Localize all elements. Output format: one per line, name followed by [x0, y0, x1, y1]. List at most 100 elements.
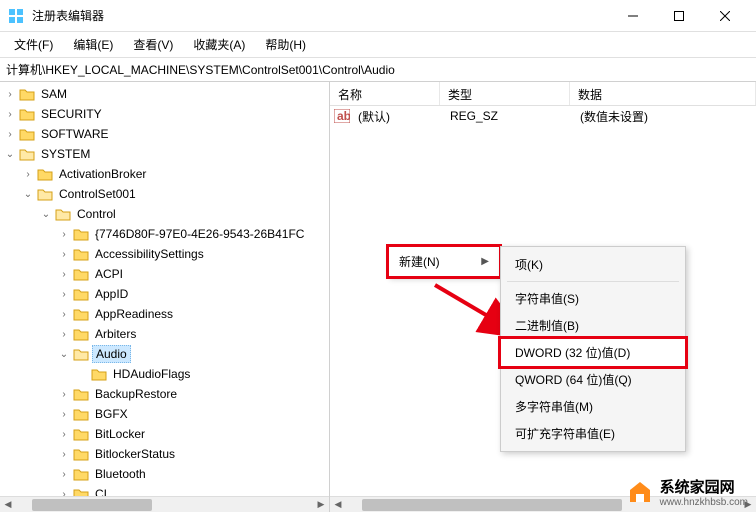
- tree-label: BGFX: [92, 406, 131, 422]
- chevron-icon[interactable]: ›: [58, 329, 70, 340]
- ctx-expandstring[interactable]: 可扩充字符串值(E): [501, 420, 685, 447]
- ctx-string[interactable]: 字符串值(S): [501, 285, 685, 312]
- chevron-icon[interactable]: ›: [58, 269, 70, 280]
- tree-item[interactable]: › {7746D80F-97E0-4E26-9543-26B41FC: [0, 224, 329, 244]
- addressbar: [0, 58, 756, 82]
- watermark-text: 系统家园网: [660, 479, 735, 496]
- tree-hscroll[interactable]: ◀ ▶: [0, 496, 329, 512]
- menu-edit[interactable]: 编辑(E): [63, 32, 123, 57]
- watermark: 系统家园网 www.hnzkhbsb.com: [626, 476, 748, 508]
- chevron-icon[interactable]: ›: [22, 169, 34, 180]
- ctx-key[interactable]: 项(K): [501, 251, 685, 278]
- tree-label: AppID: [92, 286, 131, 302]
- context-submenu: 项(K) 字符串值(S) 二进制值(B) DWORD (32 位)值(D) QW…: [500, 246, 686, 452]
- close-button[interactable]: [702, 0, 748, 32]
- value-name: (默认): [350, 107, 442, 126]
- chevron-icon[interactable]: ›: [58, 429, 70, 440]
- tree-item[interactable]: ›Bluetooth: [0, 464, 329, 484]
- tree-item[interactable]: ⌄ Control: [0, 204, 329, 224]
- tree-label: BitLocker: [92, 426, 148, 442]
- tree-item[interactable]: › Arbiters: [0, 324, 329, 344]
- address-input[interactable]: [6, 63, 750, 77]
- scroll-thumb[interactable]: [32, 499, 152, 511]
- scroll-left-icon[interactable]: ◀: [0, 497, 16, 513]
- list-header: 名称 类型 数据: [330, 82, 756, 106]
- tree-item[interactable]: HDAudioFlags: [0, 364, 329, 384]
- watermark-url: www.hnzkhbsb.com: [660, 497, 748, 508]
- chevron-icon[interactable]: ›: [58, 309, 70, 320]
- tree-item[interactable]: › SOFTWARE: [0, 124, 329, 144]
- titlebar: 注册表编辑器: [0, 0, 756, 32]
- menu-file[interactable]: 文件(F): [4, 32, 63, 57]
- tree-label: SECURITY: [38, 106, 105, 122]
- tree-label: SOFTWARE: [38, 126, 112, 142]
- col-name[interactable]: 名称: [330, 82, 440, 105]
- tree-item[interactable]: › SAM: [0, 84, 329, 104]
- value-type: REG_SZ: [442, 108, 572, 124]
- chevron-icon[interactable]: ›: [58, 449, 70, 460]
- chevron-icon[interactable]: ⌄: [4, 149, 16, 160]
- menu-view[interactable]: 查看(V): [123, 32, 183, 57]
- tree-item[interactable]: ⌄Audio: [0, 344, 329, 364]
- scroll-right-icon[interactable]: ▶: [313, 497, 329, 513]
- menu-favorites[interactable]: 收藏夹(A): [183, 32, 255, 57]
- chevron-icon[interactable]: ›: [58, 469, 70, 480]
- tree-panel: › SAM › SECURITY › SOFTWARE ⌄ SYSTEM › Activation…: [0, 82, 330, 512]
- tree-item[interactable]: › AppID: [0, 284, 329, 304]
- maximize-button[interactable]: [656, 0, 702, 32]
- chevron-icon[interactable]: ⌄: [22, 189, 34, 200]
- col-type[interactable]: 类型: [440, 82, 570, 105]
- chevron-right-icon: ▶: [481, 256, 489, 267]
- minimize-button[interactable]: [610, 0, 656, 32]
- tree-label: {7746D80F-97E0-4E26-9543-26B41FC: [92, 226, 307, 242]
- tree-label: ControlSet001: [56, 186, 139, 202]
- ctx-binary[interactable]: 二进制值(B): [501, 312, 685, 339]
- window-title: 注册表编辑器: [32, 7, 610, 24]
- tree-item[interactable]: › SECURITY: [0, 104, 329, 124]
- menubar: 文件(F) 编辑(E) 查看(V) 收藏夹(A) 帮助(H): [0, 32, 756, 58]
- tree-label: Control: [74, 206, 119, 222]
- tree-item[interactable]: › ActivationBroker: [0, 164, 329, 184]
- chevron-icon[interactable]: [76, 369, 88, 380]
- tree-label: ActivationBroker: [56, 166, 149, 182]
- tree-item[interactable]: › BitlockerStatus: [0, 444, 329, 464]
- chevron-icon[interactable]: ⌄: [58, 349, 70, 360]
- chevron-icon[interactable]: ›: [58, 249, 70, 260]
- tree-label: HDAudioFlags: [110, 366, 193, 382]
- chevron-icon[interactable]: ›: [58, 229, 70, 240]
- value-data: (数值未设置): [572, 107, 756, 126]
- list-row[interactable]: ab (默认) REG_SZ (数值未设置): [330, 106, 756, 126]
- col-data[interactable]: 数据: [570, 82, 756, 105]
- tree-label: BitlockerStatus: [92, 446, 178, 462]
- chevron-icon[interactable]: ›: [4, 89, 16, 100]
- chevron-icon[interactable]: ›: [4, 109, 16, 120]
- tree-item[interactable]: ⌄ SYSTEM: [0, 144, 329, 164]
- ctx-multistring[interactable]: 多字符串值(M): [501, 393, 685, 420]
- tree-label: ACPI: [92, 266, 126, 282]
- tree-item[interactable]: › BGFX: [0, 404, 329, 424]
- chevron-icon[interactable]: ›: [58, 389, 70, 400]
- ctx-dword[interactable]: DWORD (32 位)值(D): [498, 336, 688, 369]
- tree-item[interactable]: ⌄ ControlSet001: [0, 184, 329, 204]
- tree-item[interactable]: › ACPI: [0, 264, 329, 284]
- watermark-icon: [626, 478, 654, 506]
- scroll-left-icon[interactable]: ◀: [330, 497, 346, 513]
- menu-help[interactable]: 帮助(H): [255, 32, 316, 57]
- chevron-icon[interactable]: ›: [58, 409, 70, 420]
- separator: [507, 281, 679, 282]
- tree-label: Arbiters: [92, 326, 139, 342]
- chevron-icon[interactable]: ⌄: [40, 209, 52, 220]
- ctx-qword[interactable]: QWORD (64 位)值(Q): [501, 366, 685, 393]
- chevron-icon[interactable]: ›: [58, 289, 70, 300]
- tree-item[interactable]: ›AccessibilitySettings: [0, 244, 329, 264]
- tree-item[interactable]: ›AppReadiness: [0, 304, 329, 324]
- chevron-icon[interactable]: ›: [4, 129, 16, 140]
- tree-label: SAM: [38, 86, 70, 102]
- ctx-new[interactable]: 新建(N) ▶: [386, 244, 502, 279]
- tree-label: SYSTEM: [38, 146, 93, 162]
- scroll-thumb[interactable]: [362, 499, 622, 511]
- tree-item[interactable]: ›BackupRestore: [0, 384, 329, 404]
- tree-item[interactable]: › BitLocker: [0, 424, 329, 444]
- context-menu: 新建(N) ▶: [388, 246, 500, 277]
- registry-tree[interactable]: › SAM › SECURITY › SOFTWARE ⌄ SYSTEM › Activation…: [0, 82, 329, 512]
